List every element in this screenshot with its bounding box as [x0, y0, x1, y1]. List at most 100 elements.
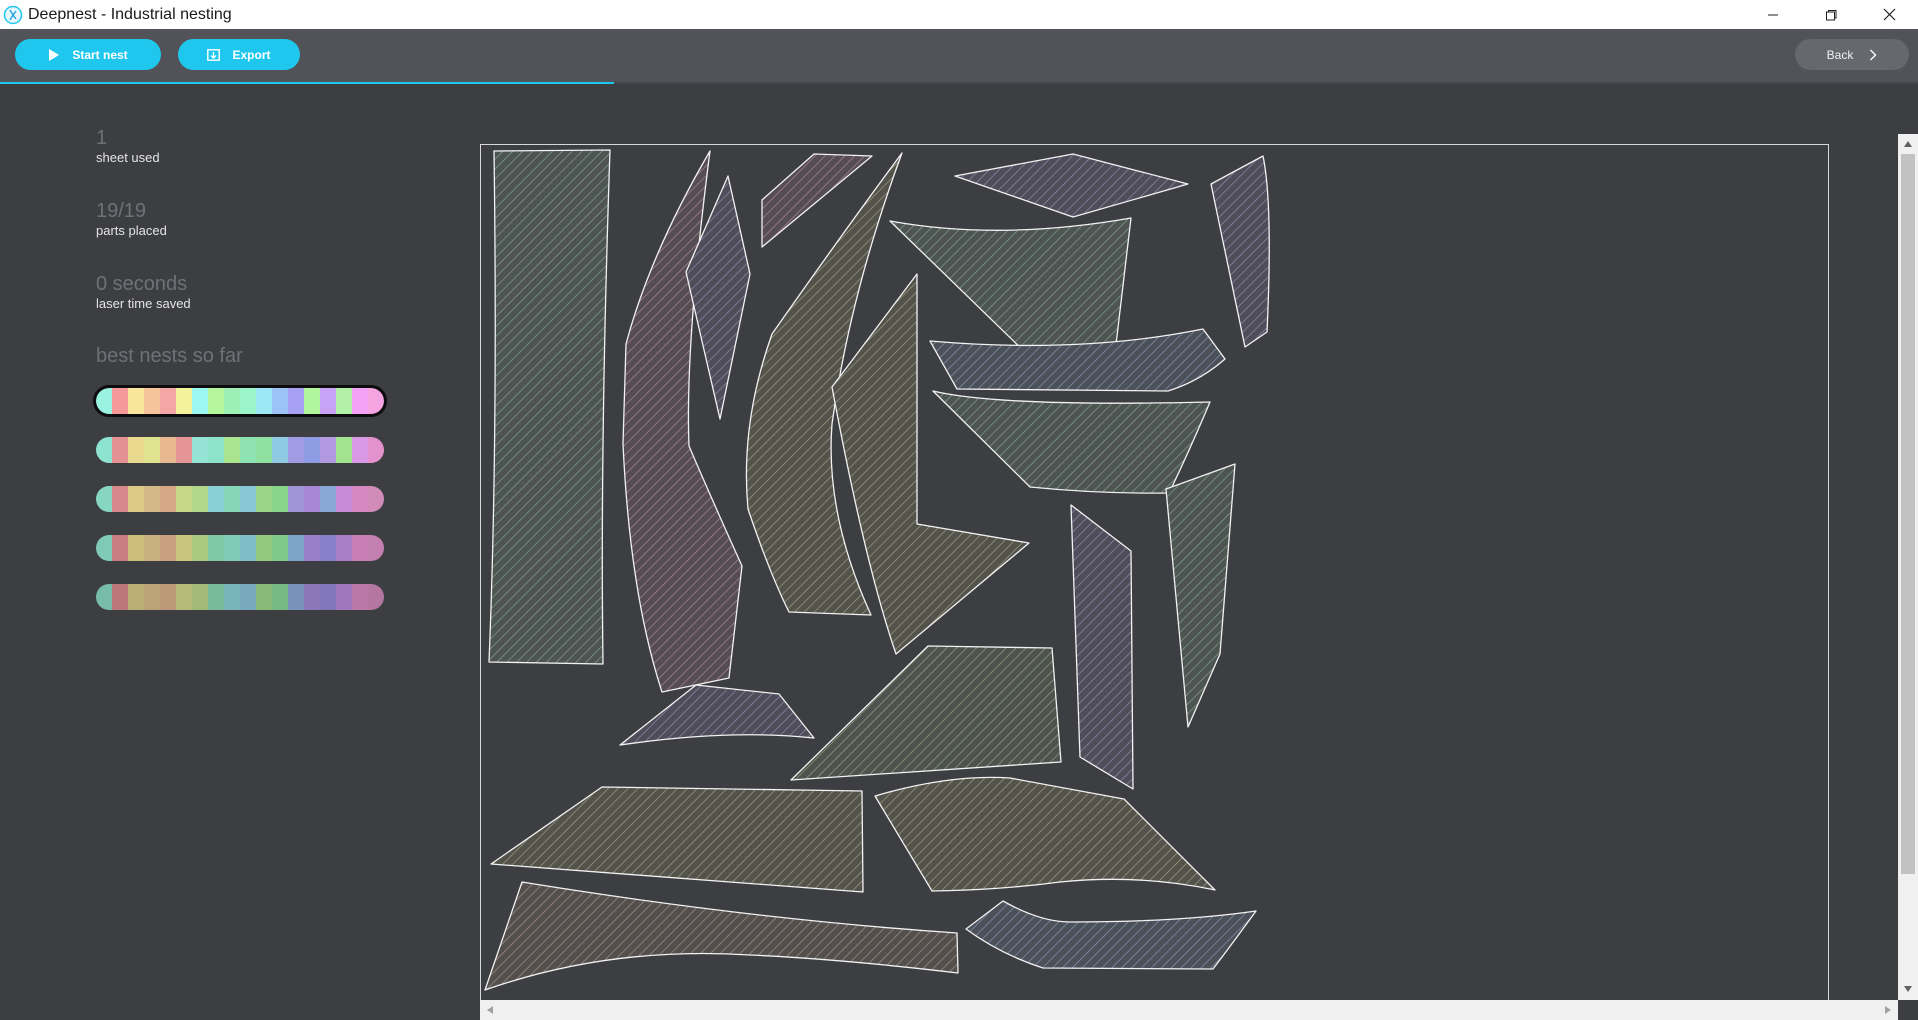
part-16[interactable]: [490, 786, 864, 893]
nest-color-segment: [224, 437, 240, 463]
nest-color-segment: [112, 437, 128, 463]
part-17[interactable]: [874, 776, 1216, 892]
parts-placed-value: 19/19: [96, 200, 147, 222]
nest-color-segment: [112, 535, 128, 561]
chevron-right-icon: [1869, 48, 1877, 61]
scroll-left-icon[interactable]: [487, 1006, 493, 1014]
part-11[interactable]: [932, 390, 1211, 494]
laser-time-value: 0 seconds: [96, 273, 188, 295]
parts-placed-stat: 19/19 parts placed: [96, 199, 167, 239]
vertical-scroll-thumb[interactable]: [1901, 154, 1915, 874]
nest-color-segment: [144, 388, 160, 414]
part-7[interactable]: [1210, 155, 1270, 348]
nest-color-segment: [176, 584, 192, 610]
play-icon: [48, 48, 60, 61]
nest-color-segment: [320, 388, 336, 414]
nest-color-segment: [320, 584, 336, 610]
nest-color-segment: [336, 437, 352, 463]
minimize-icon[interactable]: [1744, 0, 1802, 29]
nest-color-segment: [208, 437, 224, 463]
sheets-used-stat: 1 sheet used: [96, 126, 160, 166]
nest-result-2[interactable]: [96, 437, 384, 463]
nest-result-3[interactable]: [96, 486, 384, 512]
restore-icon[interactable]: [1802, 0, 1860, 29]
scroll-up-icon[interactable]: [1904, 141, 1912, 147]
window-controls: [1744, 0, 1918, 29]
nest-preview-canvas[interactable]: [480, 134, 1829, 1020]
parts-placed-label: parts placed: [96, 223, 167, 238]
nest-color-segment: [320, 437, 336, 463]
nest-color-segment: [256, 535, 272, 561]
nest-color-segment: [96, 388, 112, 414]
nest-color-segment: [368, 388, 384, 414]
scroll-down-icon[interactable]: [1904, 986, 1912, 992]
part-15[interactable]: [790, 645, 1062, 781]
nest-result-4[interactable]: [96, 535, 384, 561]
start-nest-button[interactable]: Start nest: [15, 39, 161, 70]
horizontal-scrollbar[interactable]: [480, 1000, 1898, 1020]
nest-color-segment: [320, 535, 336, 561]
nest-color-segment: [224, 486, 240, 512]
nest-color-segment: [96, 535, 112, 561]
nest-color-segment: [368, 437, 384, 463]
part-8[interactable]: [889, 217, 1132, 358]
nest-color-segment: [96, 437, 112, 463]
nest-color-segment: [128, 486, 144, 512]
nest-color-segment: [240, 388, 256, 414]
nest-progress-fill: [0, 82, 614, 84]
nest-result-1[interactable]: [93, 385, 387, 417]
nest-color-segment: [304, 486, 320, 512]
nest-color-segment: [336, 584, 352, 610]
nest-color-segment: [256, 584, 272, 610]
close-icon[interactable]: [1860, 0, 1918, 29]
nest-color-segment: [288, 486, 304, 512]
nest-result-5[interactable]: [96, 584, 384, 610]
nest-color-segment: [224, 388, 240, 414]
nest-color-segment: [224, 584, 240, 610]
nest-color-segment: [272, 535, 288, 561]
part-12[interactable]: [1070, 504, 1134, 790]
nest-color-segment: [160, 437, 176, 463]
nest-color-segment: [144, 535, 160, 561]
nest-color-segment: [160, 388, 176, 414]
nest-color-segment: [336, 388, 352, 414]
nest-color-segment: [176, 388, 192, 414]
nest-color-segment: [112, 388, 128, 414]
nest-color-segment: [176, 437, 192, 463]
part-19[interactable]: [965, 900, 1257, 970]
nest-color-segment: [272, 486, 288, 512]
nest-progress-bar: [0, 82, 1918, 84]
nest-color-segment: [208, 535, 224, 561]
sheets-used-value: 1: [96, 127, 108, 149]
nest-color-segment: [368, 486, 384, 512]
nest-color-segment: [208, 388, 224, 414]
part-6[interactable]: [954, 153, 1189, 218]
nest-color-segment: [160, 486, 176, 512]
nest-color-segment: [192, 437, 208, 463]
scroll-right-icon[interactable]: [1885, 1006, 1891, 1014]
nest-color-segment: [192, 388, 208, 414]
nest-color-segment: [256, 388, 272, 414]
nest-color-segment: [256, 437, 272, 463]
part-1[interactable]: [488, 149, 611, 665]
export-button[interactable]: Export: [178, 39, 300, 70]
start-nest-label: Start nest: [72, 47, 128, 62]
vertical-scrollbar[interactable]: [1898, 134, 1918, 1000]
nest-color-segment: [272, 388, 288, 414]
window-titlebar: Deepnest - Industrial nesting: [0, 0, 1918, 29]
nest-color-segment: [128, 388, 144, 414]
nest-color-segment: [304, 437, 320, 463]
nest-color-segment: [176, 535, 192, 561]
laser-time-label: laser time saved: [96, 296, 191, 311]
export-label: Export: [232, 47, 271, 62]
part-14[interactable]: [619, 684, 815, 746]
nest-color-segment: [192, 486, 208, 512]
nest-color-segment: [352, 535, 368, 561]
part-18[interactable]: [484, 881, 959, 991]
back-button[interactable]: Back: [1795, 39, 1909, 70]
part-13[interactable]: [1165, 463, 1236, 728]
nest-color-segment: [128, 437, 144, 463]
window-title: Deepnest - Industrial nesting: [28, 5, 232, 23]
laser-time-stat: 0 seconds laser time saved: [96, 272, 191, 312]
nest-color-segment: [240, 486, 256, 512]
